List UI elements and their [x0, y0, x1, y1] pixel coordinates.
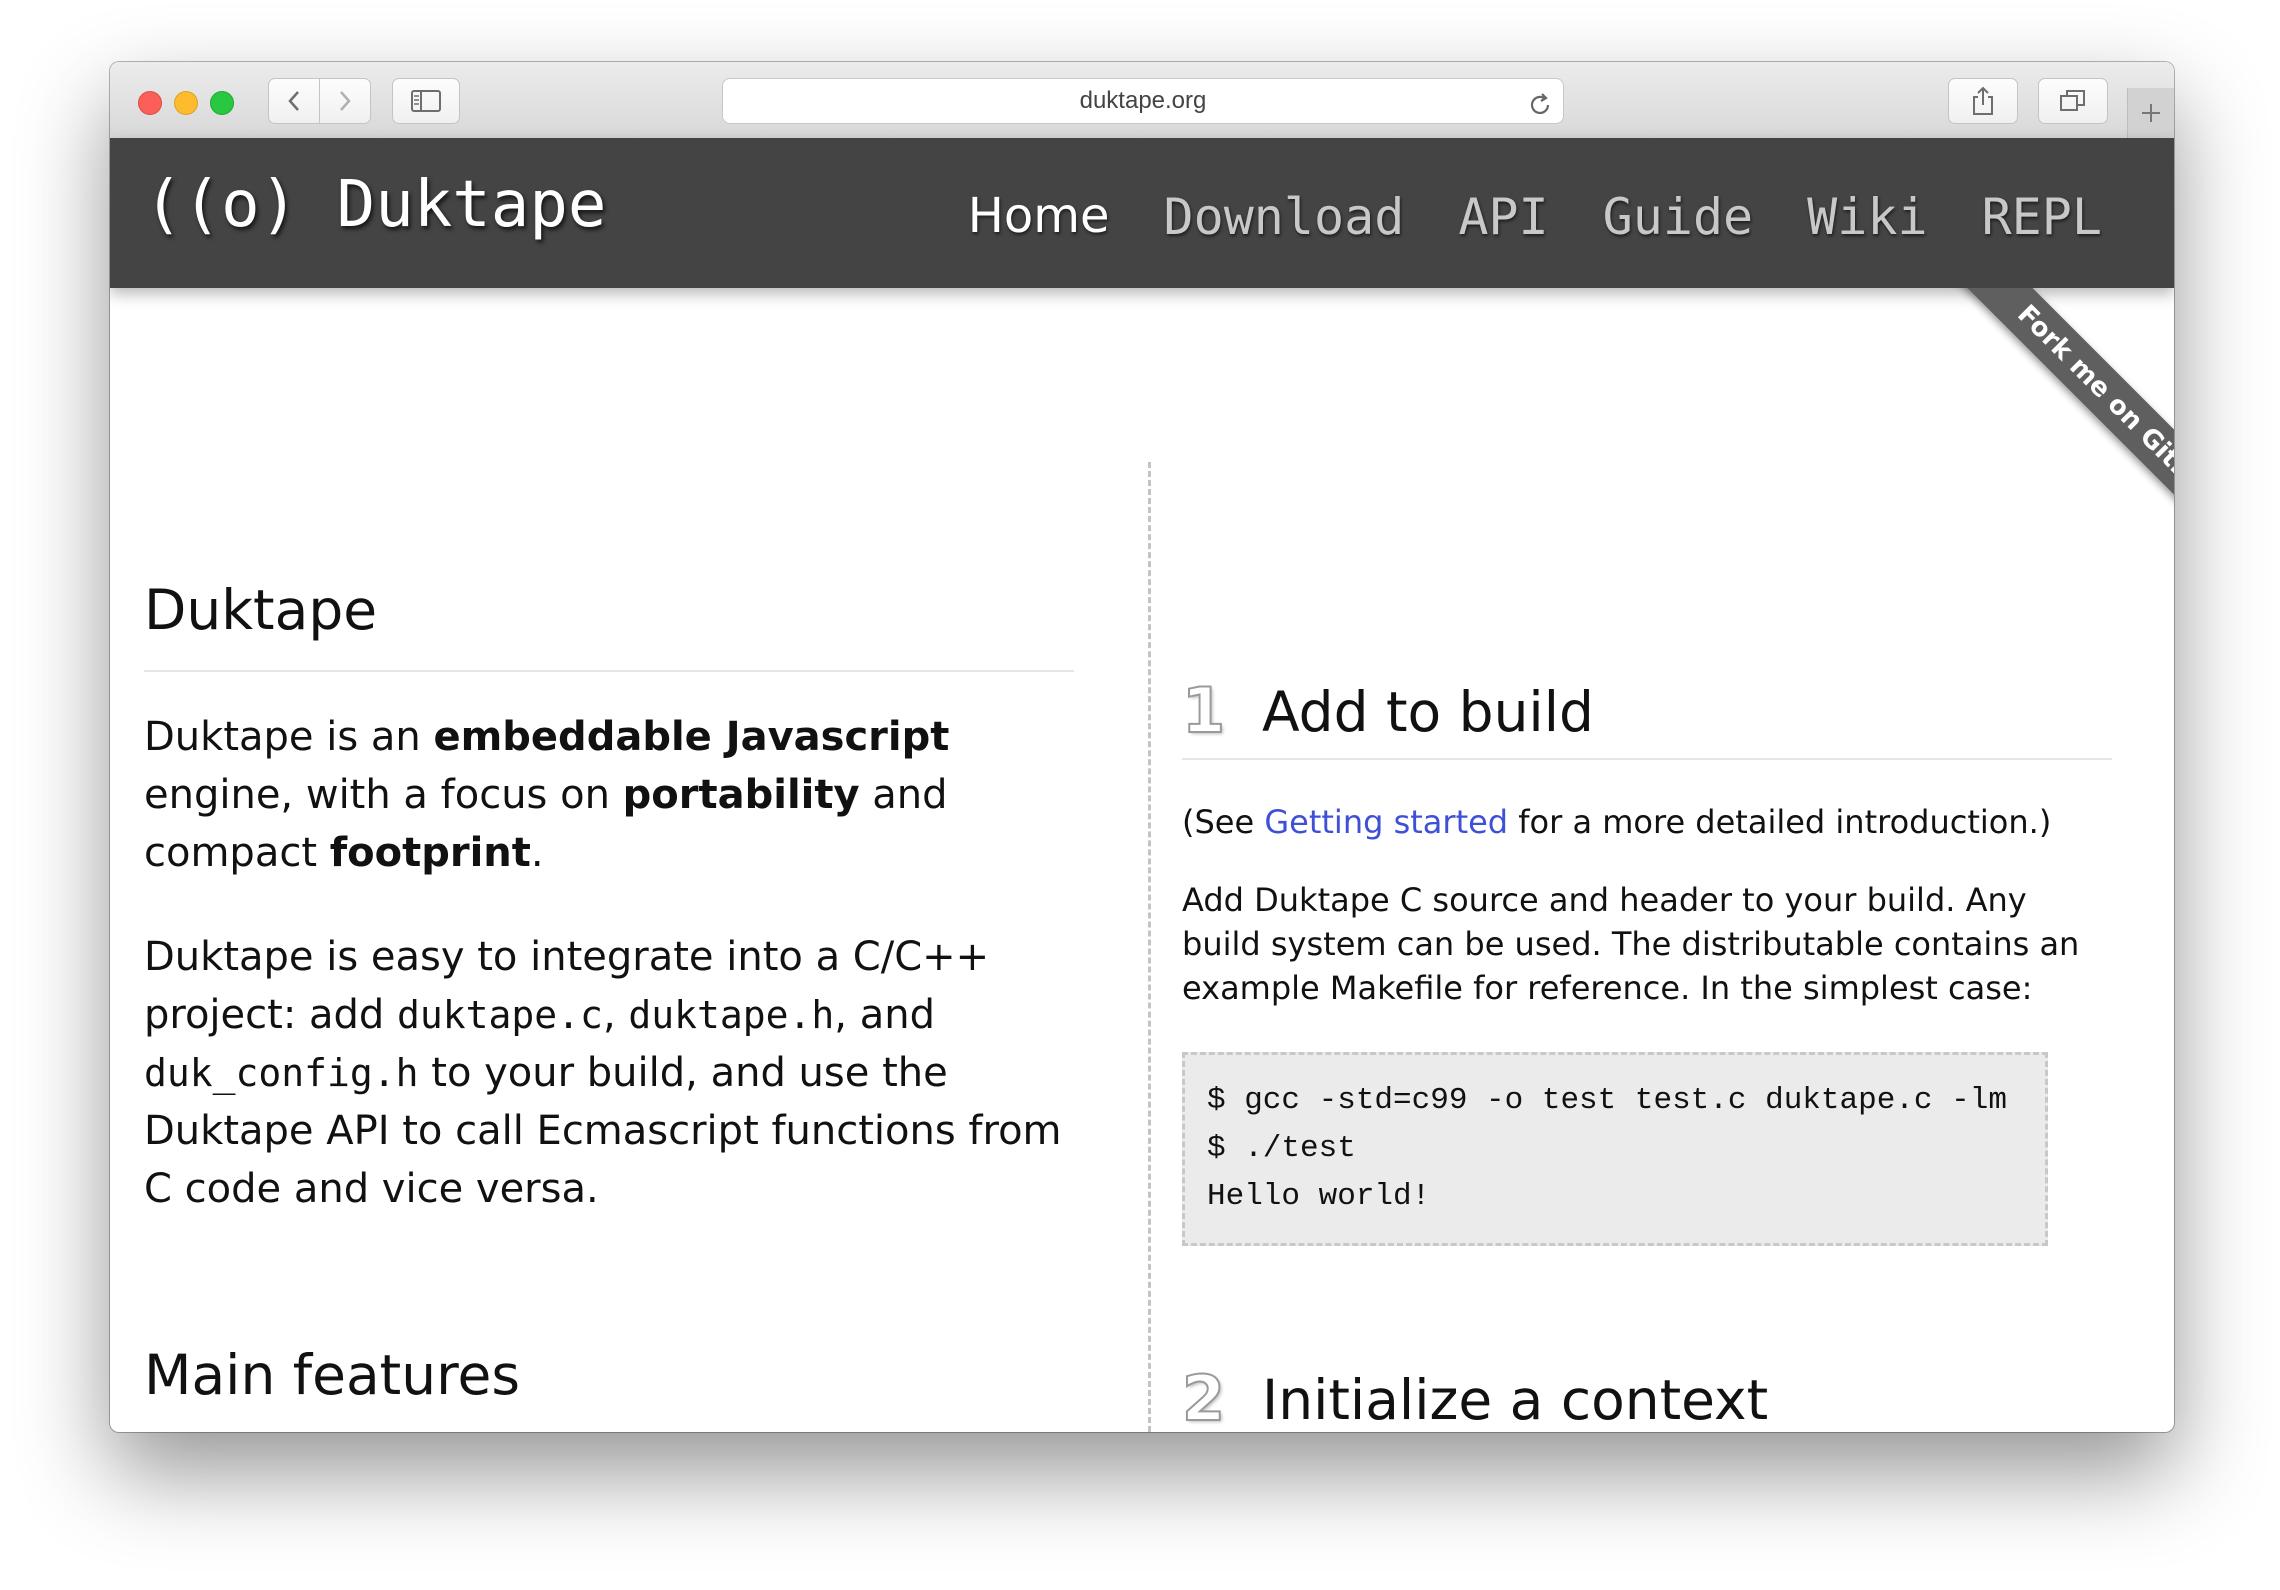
zoom-window-button[interactable] [210, 91, 234, 115]
features-title: Main features [144, 1343, 521, 1407]
github-ribbon: Fork me on GitHub [1884, 288, 2174, 578]
browser-window: duktape.org ((o) Duktape Home Download A… [110, 62, 2174, 1432]
getting-started-note: (See Getting started for a more detailed… [1182, 803, 2052, 841]
column-divider [1148, 462, 1151, 1432]
intro-paragraph-1: Duktape is an embeddable Javascript engi… [144, 714, 950, 876]
step-1-heading: 1 Add to build [1181, 668, 2112, 760]
plus-icon [2142, 104, 2160, 122]
nav-wiki[interactable]: Wiki [1807, 188, 1927, 246]
step-1-description: Add Duktape C source and header to your … [1182, 881, 2080, 1007]
reload-icon[interactable] [1527, 89, 1553, 133]
minimize-window-button[interactable] [174, 91, 198, 115]
site-logo[interactable]: ((o) Duktape [144, 168, 606, 242]
close-window-button[interactable] [138, 91, 162, 115]
nav-download[interactable]: Download [1164, 188, 1405, 246]
step-1-title: Add to build [1262, 680, 1594, 744]
sidebar-icon [411, 90, 441, 112]
code-block: $ gcc -std=c99 -o test test.c duktape.c … [1182, 1052, 2048, 1246]
step-2-title: Initialize a context [1262, 1368, 1769, 1432]
getting-started-link[interactable]: Getting started [1264, 803, 1508, 841]
intro-paragraph-2: Duktape is easy to integrate into a C/C+… [144, 934, 1062, 1212]
chevron-right-icon [340, 91, 351, 111]
tabs-icon [2060, 90, 2085, 111]
sidebar-toggle-button[interactable] [392, 78, 460, 124]
browser-toolbar: duktape.org [110, 62, 2174, 139]
share-button[interactable] [1948, 78, 2018, 124]
code-line: $ gcc -std=c99 -o test test.c duktape.c … [1207, 1083, 2007, 1118]
nav-api[interactable]: API [1458, 188, 1548, 246]
share-icon [1973, 86, 1993, 115]
step-2-heading: 2 Initialize a context [1181, 1356, 2112, 1432]
code-line: $ ./test [1207, 1131, 1356, 1166]
address-bar[interactable]: duktape.org [722, 78, 1564, 124]
step-2-number: 2 [1181, 1361, 1226, 1432]
step-1-number: 1 [1181, 673, 1226, 748]
tabs-overview-button[interactable] [2038, 78, 2108, 124]
nav-home[interactable]: Home [968, 188, 1110, 246]
back-button[interactable] [268, 78, 320, 124]
new-tab-button[interactable] [2127, 88, 2174, 138]
nav-guide[interactable]: Guide [1603, 188, 1754, 246]
nav-repl[interactable]: REPL [1982, 188, 2102, 246]
forward-button[interactable] [319, 78, 371, 124]
intro-title: Duktape [144, 578, 1074, 672]
code-line: Hello world! [1207, 1179, 1431, 1214]
fork-on-github-link[interactable]: Fork me on GitHub [1918, 288, 2174, 578]
site-header: ((o) Duktape Home Download API Guide Wik… [110, 138, 2174, 288]
chevron-left-icon [288, 91, 299, 111]
main-nav: Home Download API Guide Wiki REPL [968, 188, 2102, 246]
page-content: Duktape Duktape is an embeddable Javascr… [110, 288, 2174, 1432]
url-text: duktape.org [1079, 87, 1207, 114]
